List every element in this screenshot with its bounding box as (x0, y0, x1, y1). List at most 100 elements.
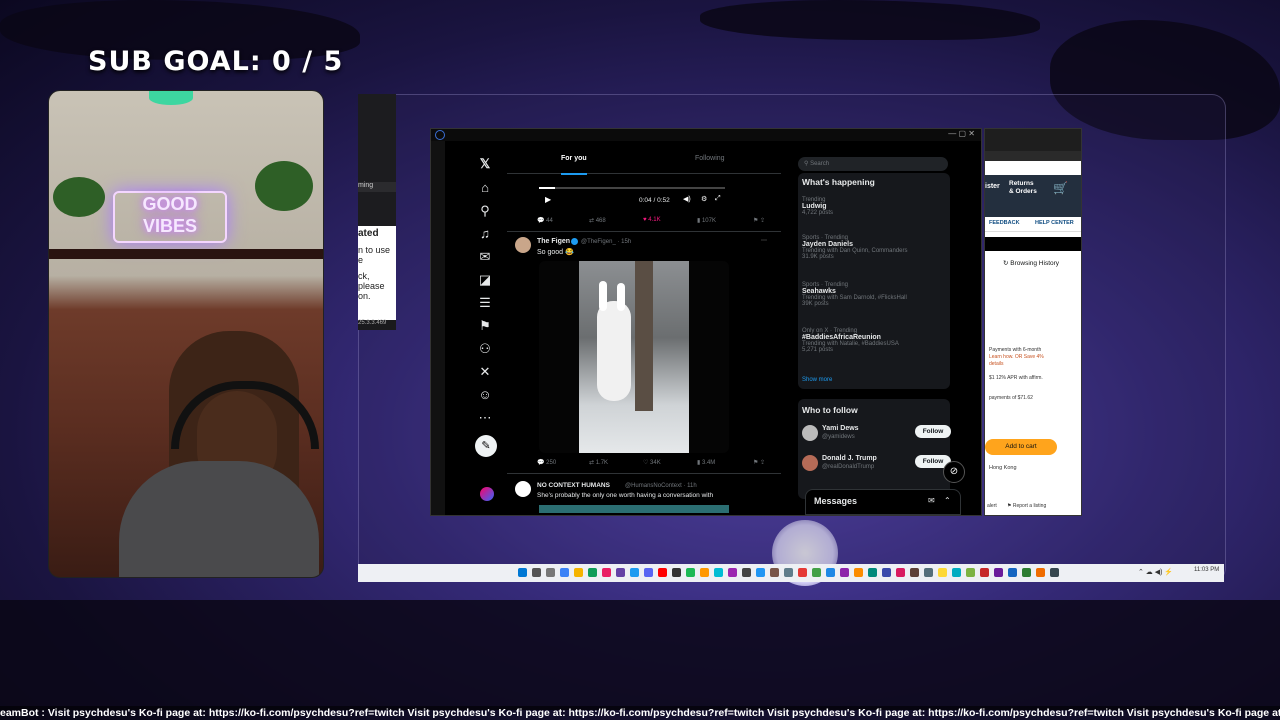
app-icon[interactable] (1036, 568, 1045, 577)
app-icon[interactable] (896, 568, 905, 577)
app-icon[interactable] (784, 568, 793, 577)
tab-for-you[interactable]: For you (561, 155, 587, 162)
trend-item[interactable]: Sports · Trending Jayden Daniels Trendin… (802, 235, 908, 260)
like-count[interactable]: ♡ 34K (643, 459, 661, 466)
app-icon[interactable] (994, 568, 1003, 577)
app-icon[interactable] (630, 568, 639, 577)
search-icon[interactable]: ⚲ (475, 202, 495, 220)
play-icon[interactable]: ▶ (545, 195, 551, 204)
bookmarks-icon[interactable]: ⚑ (475, 317, 495, 335)
app-icon[interactable] (840, 568, 849, 577)
app-icon[interactable] (924, 568, 933, 577)
chevron-up-icon[interactable]: ⌃ (944, 496, 951, 505)
post-handle[interactable]: @TheFigen_ · 15h (581, 239, 631, 245)
feedback-link[interactable]: FEEDBACK (989, 220, 1020, 226)
app-icon[interactable] (728, 568, 737, 577)
communities-icon[interactable]: ⚇ (475, 340, 495, 358)
app-icon[interactable] (966, 568, 975, 577)
repost-count[interactable]: ⇄ 1.7K (589, 459, 608, 466)
follow-button[interactable]: Follow (915, 425, 951, 438)
reply-count[interactable]: 💬 44 (537, 217, 553, 224)
view-count[interactable]: ▮ 3.4M (697, 459, 715, 466)
app-icon[interactable] (1008, 568, 1017, 577)
volume-icon[interactable]: ◀) (683, 195, 691, 203)
reply-count[interactable]: 💬 250 (537, 459, 556, 466)
app-icon[interactable] (560, 568, 569, 577)
avatar[interactable] (515, 237, 531, 253)
app-icon[interactable] (854, 568, 863, 577)
post-author[interactable]: The Figen (537, 238, 570, 245)
twitch-icon[interactable] (616, 568, 625, 577)
fullscreen-icon[interactable]: ⤢ (715, 195, 721, 203)
payment-details-link[interactable]: details (989, 361, 1003, 367)
account-link[interactable]: ister (985, 183, 1000, 190)
app-icon[interactable] (1022, 568, 1031, 577)
messages-icon[interactable]: ✉ (475, 248, 495, 266)
add-to-cart-button[interactable]: Add to cart (985, 439, 1057, 455)
app-icon[interactable] (868, 568, 877, 577)
window-tab[interactable]: ming (358, 182, 396, 192)
discord-icon[interactable] (644, 568, 653, 577)
account-name[interactable]: Yami Dews (822, 425, 859, 432)
post-video[interactable] (539, 261, 729, 453)
premium-icon[interactable]: ✕ (475, 363, 495, 381)
settings-icon[interactable]: ⚙ (701, 195, 707, 203)
browsing-history-link[interactable]: ↻ Browsing History (1003, 259, 1059, 267)
task-view-icon[interactable] (546, 568, 555, 577)
alert-link[interactable]: alert (987, 503, 997, 509)
video-progress[interactable] (539, 187, 725, 189)
profile-icon[interactable]: ☺ (475, 386, 495, 404)
trend-item[interactable]: Sports · Trending Seahawks Trending with… (802, 282, 907, 307)
cart-icon[interactable]: 🛒 (1053, 181, 1068, 195)
bookmark-icon[interactable]: ⚑ ⇪ (753, 459, 765, 466)
grok-icon[interactable]: ⊘ (943, 461, 965, 483)
view-count[interactable]: ▮ 107K (697, 217, 716, 224)
bookmark-icon[interactable]: ⚑ ⇪ (753, 217, 765, 224)
app-icon[interactable] (756, 568, 765, 577)
app-icon[interactable] (588, 568, 597, 577)
app-icon[interactable] (882, 568, 891, 577)
app-icon[interactable] (770, 568, 779, 577)
tab-following[interactable]: Following (695, 155, 725, 162)
post-handle[interactable]: @HumansNoContext · 11h (625, 483, 697, 489)
app-icon[interactable] (812, 568, 821, 577)
more-icon[interactable]: ⋯ (475, 409, 495, 427)
payment-learn-link[interactable]: Learn how. OR Save 4% (989, 354, 1044, 360)
grok-icon[interactable]: ◪ (475, 271, 495, 289)
app-icon[interactable] (700, 568, 709, 577)
returns-orders-link[interactable]: Returns & Orders (1009, 180, 1037, 196)
post-button[interactable]: ✎ (475, 435, 497, 457)
messages-drawer[interactable]: Messages ✉ ⌃ (805, 489, 961, 515)
window-controls[interactable]: — ▢ ✕ (948, 129, 975, 138)
file-explorer-icon[interactable] (574, 568, 583, 577)
app-icon[interactable] (980, 568, 989, 577)
trend-item[interactable]: Only on X · Trending #BaddiesAfricaReuni… (802, 328, 899, 353)
youtube-icon[interactable] (658, 568, 667, 577)
app-icon[interactable] (714, 568, 723, 577)
report-listing-link[interactable]: ⚑ Report a listing (1007, 503, 1046, 509)
app-icon[interactable] (742, 568, 751, 577)
app-icon[interactable] (938, 568, 947, 577)
repost-count[interactable]: ⇄ 468 (589, 217, 606, 224)
app-icon[interactable] (952, 568, 961, 577)
like-count[interactable]: ♥ 4.1K (643, 217, 661, 223)
x-logo-icon[interactable]: 𝕏 (475, 155, 495, 173)
avatar[interactable] (515, 481, 531, 497)
avatar[interactable] (802, 455, 818, 471)
home-icon[interactable]: ⌂ (475, 179, 495, 197)
system-tray-icons[interactable]: ⌃ ☁ ◀) ⚡ (1138, 568, 1173, 576)
app-icon[interactable] (1050, 568, 1059, 577)
avatar[interactable] (802, 425, 818, 441)
search-input[interactable]: ⚲ Search (798, 157, 948, 171)
taskbar-clock[interactable]: 11:03 PM (1194, 567, 1219, 573)
post-author[interactable]: NO CONTEXT HUMANS (537, 482, 610, 489)
lists-icon[interactable]: ☰ (475, 294, 495, 312)
search-icon[interactable] (532, 568, 541, 577)
start-icon[interactable] (518, 568, 527, 577)
post-more-icon[interactable]: ⋯ (761, 237, 767, 244)
app-icon[interactable] (826, 568, 835, 577)
app-icon[interactable] (910, 568, 919, 577)
trend-item[interactable]: Trending Ludwig 4,722 posts (802, 197, 833, 216)
obs-icon[interactable] (672, 568, 681, 577)
post-media[interactable] (539, 505, 729, 513)
